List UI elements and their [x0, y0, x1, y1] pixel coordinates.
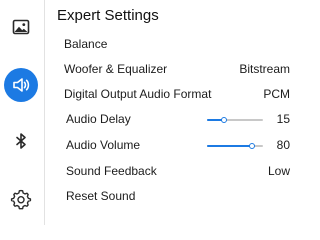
sidebar-divider	[44, 0, 45, 225]
audio-delay-slider[interactable]	[207, 117, 263, 123]
balance-row[interactable]: Balance	[64, 35, 290, 55]
audio-volume-slider[interactable]	[207, 143, 263, 149]
sidebar-item-sound[interactable]	[4, 68, 38, 102]
gear-icon	[10, 189, 32, 210]
woofer-equalizer-row[interactable]: Woofer & Equalizer Bitstream	[64, 60, 290, 80]
speaker-icon	[13, 78, 30, 92]
audio-delay-slider-thumb[interactable]	[220, 117, 227, 123]
audio-delay-label: Audio Delay	[66, 112, 131, 126]
reset-sound-label: Reset Sound	[66, 189, 136, 203]
panel-title: Expert Settings	[57, 7, 159, 24]
audio-volume-row[interactable]: Audio Volume 80	[64, 136, 290, 156]
audio-volume-label: Audio Volume	[66, 138, 141, 152]
woofer-equalizer-value: Bitstream	[239, 62, 290, 76]
bluetooth-icon	[16, 133, 26, 149]
audio-delay-row[interactable]: Audio Delay 15	[64, 110, 290, 130]
sidebar	[0, 0, 43, 225]
audio-volume-slider-fill	[207, 145, 252, 147]
digital-output-row[interactable]: Digital Output Audio Format PCM	[64, 85, 290, 105]
reset-sound-row[interactable]: Reset Sound	[64, 187, 290, 207]
audio-volume-value: 80	[276, 138, 290, 152]
sound-feedback-label: Sound Feedback	[66, 164, 157, 178]
sound-feedback-row[interactable]: Sound Feedback Low	[64, 162, 290, 182]
audio-volume-slider-thumb[interactable]	[248, 143, 255, 149]
digital-output-value: PCM	[263, 87, 290, 101]
sidebar-item-picture[interactable]	[4, 10, 38, 44]
sound-feedback-value: Low	[267, 164, 290, 178]
balance-label: Balance	[64, 37, 108, 51]
woofer-equalizer-label: Woofer & Equalizer	[64, 62, 168, 76]
sidebar-item-bluetooth[interactable]	[4, 124, 38, 158]
digital-output-label: Digital Output Audio Format	[64, 87, 212, 101]
audio-delay-value: 15	[276, 112, 290, 126]
sidebar-item-settings[interactable]	[4, 182, 38, 216]
picture-icon	[12, 19, 30, 35]
